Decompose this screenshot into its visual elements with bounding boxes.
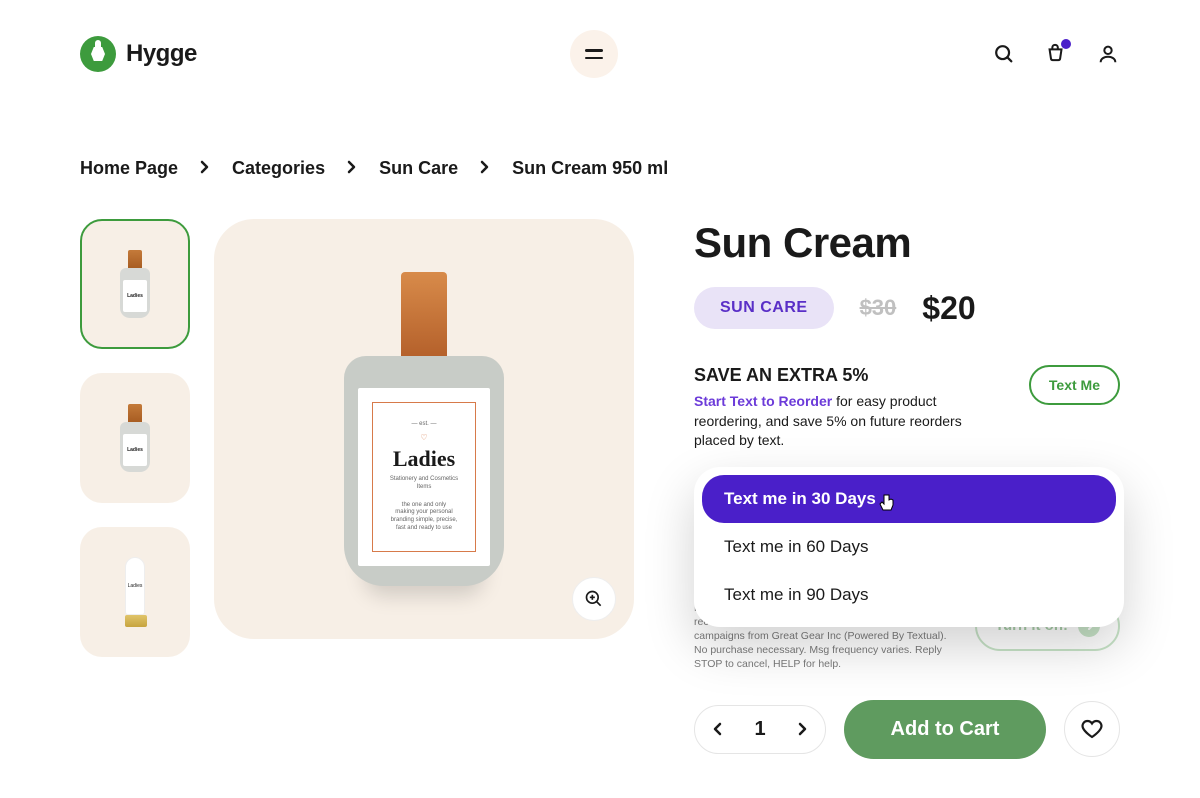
dropdown-panel: Text me in 30 Days Text me in 60 Days Te… <box>694 467 1124 627</box>
dropdown-option-90[interactable]: Text me in 90 Days <box>702 571 1116 619</box>
chevron-right-icon <box>480 158 490 179</box>
text-reorder-section: SAVE AN EXTRA 5% Start Text to Reorder f… <box>694 365 1120 451</box>
thumb-label: Ladies <box>123 280 147 312</box>
breadcrumb-item[interactable]: Categories <box>232 158 325 179</box>
product-hero-image: — est. — ♡ Ladies Stationery and Cosmeti… <box>214 219 634 639</box>
thumbnail-3[interactable]: Ladies <box>80 527 190 657</box>
breadcrumb-current: Sun Cream 950 ml <box>512 158 668 179</box>
thumbnail-2[interactable]: Ladies <box>80 373 190 503</box>
quantity-stepper: 1 <box>694 705 826 754</box>
logo[interactable]: Hygge <box>80 36 197 72</box>
bottle-brand: Ladies <box>393 446 455 472</box>
cart-actions: 1 Add to Cart <box>694 700 1120 759</box>
search-icon <box>993 43 1015 65</box>
thumb-label: Ladies <box>123 434 147 466</box>
brand-name: Hygge <box>126 40 197 68</box>
product-gallery: Ladies Ladies Ladies — est. — ♡ Ladies S… <box>80 219 634 759</box>
wishlist-button[interactable] <box>1064 701 1120 757</box>
thumb-label: Ladies <box>125 557 145 615</box>
breadcrumb-item[interactable]: Home Page <box>80 158 178 179</box>
breadcrumb-item[interactable]: Sun Care <box>379 158 458 179</box>
chevron-right-icon <box>797 722 807 736</box>
zoom-in-icon <box>584 589 604 609</box>
qty-increase-button[interactable] <box>797 722 807 736</box>
cart-indicator-dot <box>1061 39 1071 49</box>
user-icon <box>1097 43 1119 65</box>
hamburger-icon <box>585 49 603 59</box>
chevron-right-icon <box>200 158 210 179</box>
account-button[interactable] <box>1096 42 1120 66</box>
chevron-right-icon <box>347 158 357 179</box>
qty-value: 1 <box>753 718 767 741</box>
product-main: Ladies Ladies Ladies — est. — ♡ Ladies S… <box>0 179 1200 759</box>
menu-toggle-button[interactable] <box>570 30 618 78</box>
product-details: Sun Cream SUN CARE $30 $20 SAVE AN EXTRA… <box>694 219 1120 759</box>
product-title: Sun Cream <box>694 219 1120 267</box>
save-description: Start Text to Reorder for easy product r… <box>694 392 1004 451</box>
breadcrumb: Home Page Categories Sun Care Sun Cream … <box>0 78 1200 179</box>
thumbnail-list: Ladies Ladies Ladies <box>80 219 190 759</box>
cursor-icon <box>878 493 896 518</box>
category-price-row: SUN CARE $30 $20 <box>694 287 1120 329</box>
text-me-button[interactable]: Text Me <box>1029 365 1120 405</box>
save-heading: SAVE AN EXTRA 5% <box>694 365 1004 386</box>
heart-icon <box>1080 717 1104 741</box>
header: Hygge <box>0 0 1200 78</box>
zoom-button[interactable] <box>572 577 616 621</box>
search-button[interactable] <box>992 42 1016 66</box>
qty-decrease-button[interactable] <box>713 722 723 736</box>
logo-icon <box>80 36 116 72</box>
thumbnail-1[interactable]: Ladies <box>80 219 190 349</box>
dropdown-option-30[interactable]: Text me in 30 Days <box>702 475 1116 523</box>
add-to-cart-button[interactable]: Add to Cart <box>844 700 1046 759</box>
dropdown-option-60[interactable]: Text me in 60 Days <box>702 523 1116 571</box>
price-original: $30 <box>860 295 897 321</box>
price-current: $20 <box>922 290 975 327</box>
chevron-left-icon <box>713 722 723 736</box>
cart-button[interactable] <box>1044 42 1068 66</box>
category-pill[interactable]: SUN CARE <box>694 287 834 329</box>
header-actions <box>992 42 1120 66</box>
